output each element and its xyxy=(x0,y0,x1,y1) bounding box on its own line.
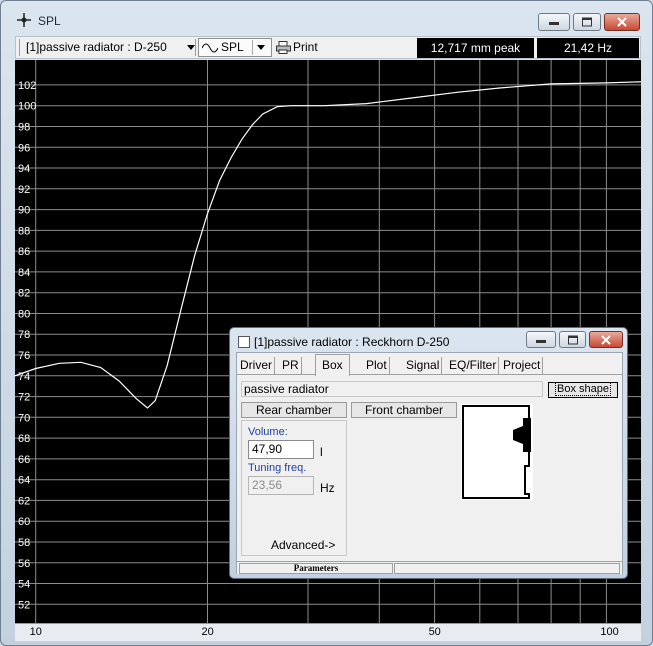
peak-readout: 12,717 mm peak xyxy=(417,38,534,58)
toolbar-separator xyxy=(195,39,196,56)
window-icon xyxy=(238,336,250,348)
tab-pr[interactable]: PR xyxy=(280,357,302,375)
y-tick-label: 88 xyxy=(18,225,30,237)
box-shape-button[interactable]: Box shape xyxy=(548,382,618,398)
y-tick-label: 60 xyxy=(18,516,30,528)
dialog-maximize-button[interactable] xyxy=(559,331,586,348)
toolbar-grip xyxy=(19,39,20,56)
close-icon xyxy=(617,17,627,27)
print-button-label: Print xyxy=(293,40,318,54)
y-tick-label: 96 xyxy=(18,142,30,154)
y-tick-label: 84 xyxy=(18,267,30,279)
minimize-button[interactable] xyxy=(538,13,570,31)
spl-button[interactable]: SPL xyxy=(198,38,272,57)
x-axis: 10 20 50 100 xyxy=(15,623,641,641)
y-tick-label: 102 xyxy=(18,80,36,92)
driver-select-value: [1]passive radiator : D-250 xyxy=(26,40,167,54)
tab-project[interactable]: Project xyxy=(501,357,544,375)
tab-eq-filter[interactable]: EQ/Filter xyxy=(447,357,500,375)
tab-strip: Driver PR Box Plot Signal EQ/Filter Proj… xyxy=(237,353,622,376)
dialog-close-button[interactable] xyxy=(589,331,623,348)
rear-chamber-button[interactable]: Rear chamber xyxy=(241,402,347,418)
spl-button-divider xyxy=(252,40,253,55)
y-tick-label: 58 xyxy=(18,537,30,549)
volume-unit: l xyxy=(320,445,323,459)
chevron-down-icon xyxy=(187,45,195,50)
window-title: SPL xyxy=(38,14,61,28)
y-tick-label: 62 xyxy=(18,495,30,507)
y-tick-label: 90 xyxy=(18,205,30,217)
y-tick-label: 78 xyxy=(18,329,30,341)
volume-input[interactable]: 47,90 xyxy=(248,440,314,459)
x-tick-label: 100 xyxy=(600,626,619,638)
frequency-readout: 21,42 Hz xyxy=(537,38,639,58)
box-preview-image xyxy=(461,404,533,500)
spl-button-label: SPL xyxy=(221,40,244,54)
dialog-body: Driver PR Box Plot Signal EQ/Filter Proj… xyxy=(236,352,623,574)
front-chamber-button[interactable]: Front chamber xyxy=(351,402,457,418)
crosshair-icon xyxy=(17,13,31,27)
y-tick-label: 54 xyxy=(18,579,30,591)
x-tick-label: 20 xyxy=(201,626,214,638)
y-tick-label: 52 xyxy=(18,599,30,611)
maximize-icon xyxy=(567,335,578,344)
sine-wave-icon xyxy=(202,43,218,53)
minimize-icon xyxy=(549,22,559,25)
y-tick-label: 68 xyxy=(18,433,30,445)
tuning-freq-unit: Hz xyxy=(320,481,335,495)
y-tick-label: 76 xyxy=(18,350,30,362)
y-tick-label: 82 xyxy=(18,288,30,300)
box-name-field[interactable]: passive radiator xyxy=(241,381,543,397)
minimize-icon xyxy=(536,339,546,343)
toolbar: [1]passive radiator : D-250 SPL Print 12… xyxy=(15,36,641,59)
print-button[interactable]: Print xyxy=(276,37,332,58)
box-dialog: [1]passive radiator : Reckhorn D-250 Dri… xyxy=(229,327,628,579)
tab-box[interactable]: Box xyxy=(315,354,350,376)
dialog-title: [1]passive radiator : Reckhorn D-250 xyxy=(254,335,450,349)
x-tick-label: 10 xyxy=(29,626,42,638)
y-tick-label: 92 xyxy=(18,184,30,196)
spl-window: SPL [1]passive radiator : D-250 SPL Prin… xyxy=(0,0,653,646)
tuning-freq-label: Tuning freq. xyxy=(248,462,307,474)
close-icon xyxy=(601,334,611,345)
printer-icon xyxy=(276,41,291,54)
dialog-minimize-button[interactable] xyxy=(526,331,556,348)
volume-label: Volume: xyxy=(248,426,288,438)
y-tick-label: 64 xyxy=(18,475,30,487)
close-button[interactable] xyxy=(604,13,640,31)
maximize-icon xyxy=(582,17,592,27)
rear-chamber-panel: Volume: 47,90 l Tuning freq. 23,56 Hz Ad… xyxy=(241,420,347,556)
y-tick-label: 70 xyxy=(18,412,30,424)
advanced-link[interactable]: Advanced-> xyxy=(271,538,335,552)
y-tick-label: 86 xyxy=(18,246,30,258)
y-tick-label: 98 xyxy=(18,122,30,134)
tab-driver[interactable]: Driver xyxy=(238,357,275,375)
tuning-freq-input: 23,56 xyxy=(248,476,314,495)
x-tick-label: 50 xyxy=(428,626,441,638)
driver-select[interactable]: [1]passive radiator : D-250 xyxy=(26,37,195,58)
maximize-button[interactable] xyxy=(573,13,601,31)
y-tick-label: 72 xyxy=(18,392,30,404)
status-bar: Parameters xyxy=(237,561,622,574)
y-tick-label: 66 xyxy=(18,454,30,466)
tab-plot[interactable]: Plot xyxy=(364,357,390,375)
y-tick-label: 56 xyxy=(18,558,30,570)
chevron-down-icon[interactable] xyxy=(257,45,265,50)
y-tick-label: 94 xyxy=(18,163,30,175)
status-empty xyxy=(394,563,620,574)
title-bar[interactable]: SPL xyxy=(1,1,652,33)
box-shape-label: Box shape xyxy=(555,382,611,396)
y-tick-label: 80 xyxy=(18,309,30,321)
y-tick-label: 100 xyxy=(18,101,36,113)
tab-signal[interactable]: Signal xyxy=(404,357,443,375)
status-parameters: Parameters xyxy=(239,563,393,574)
